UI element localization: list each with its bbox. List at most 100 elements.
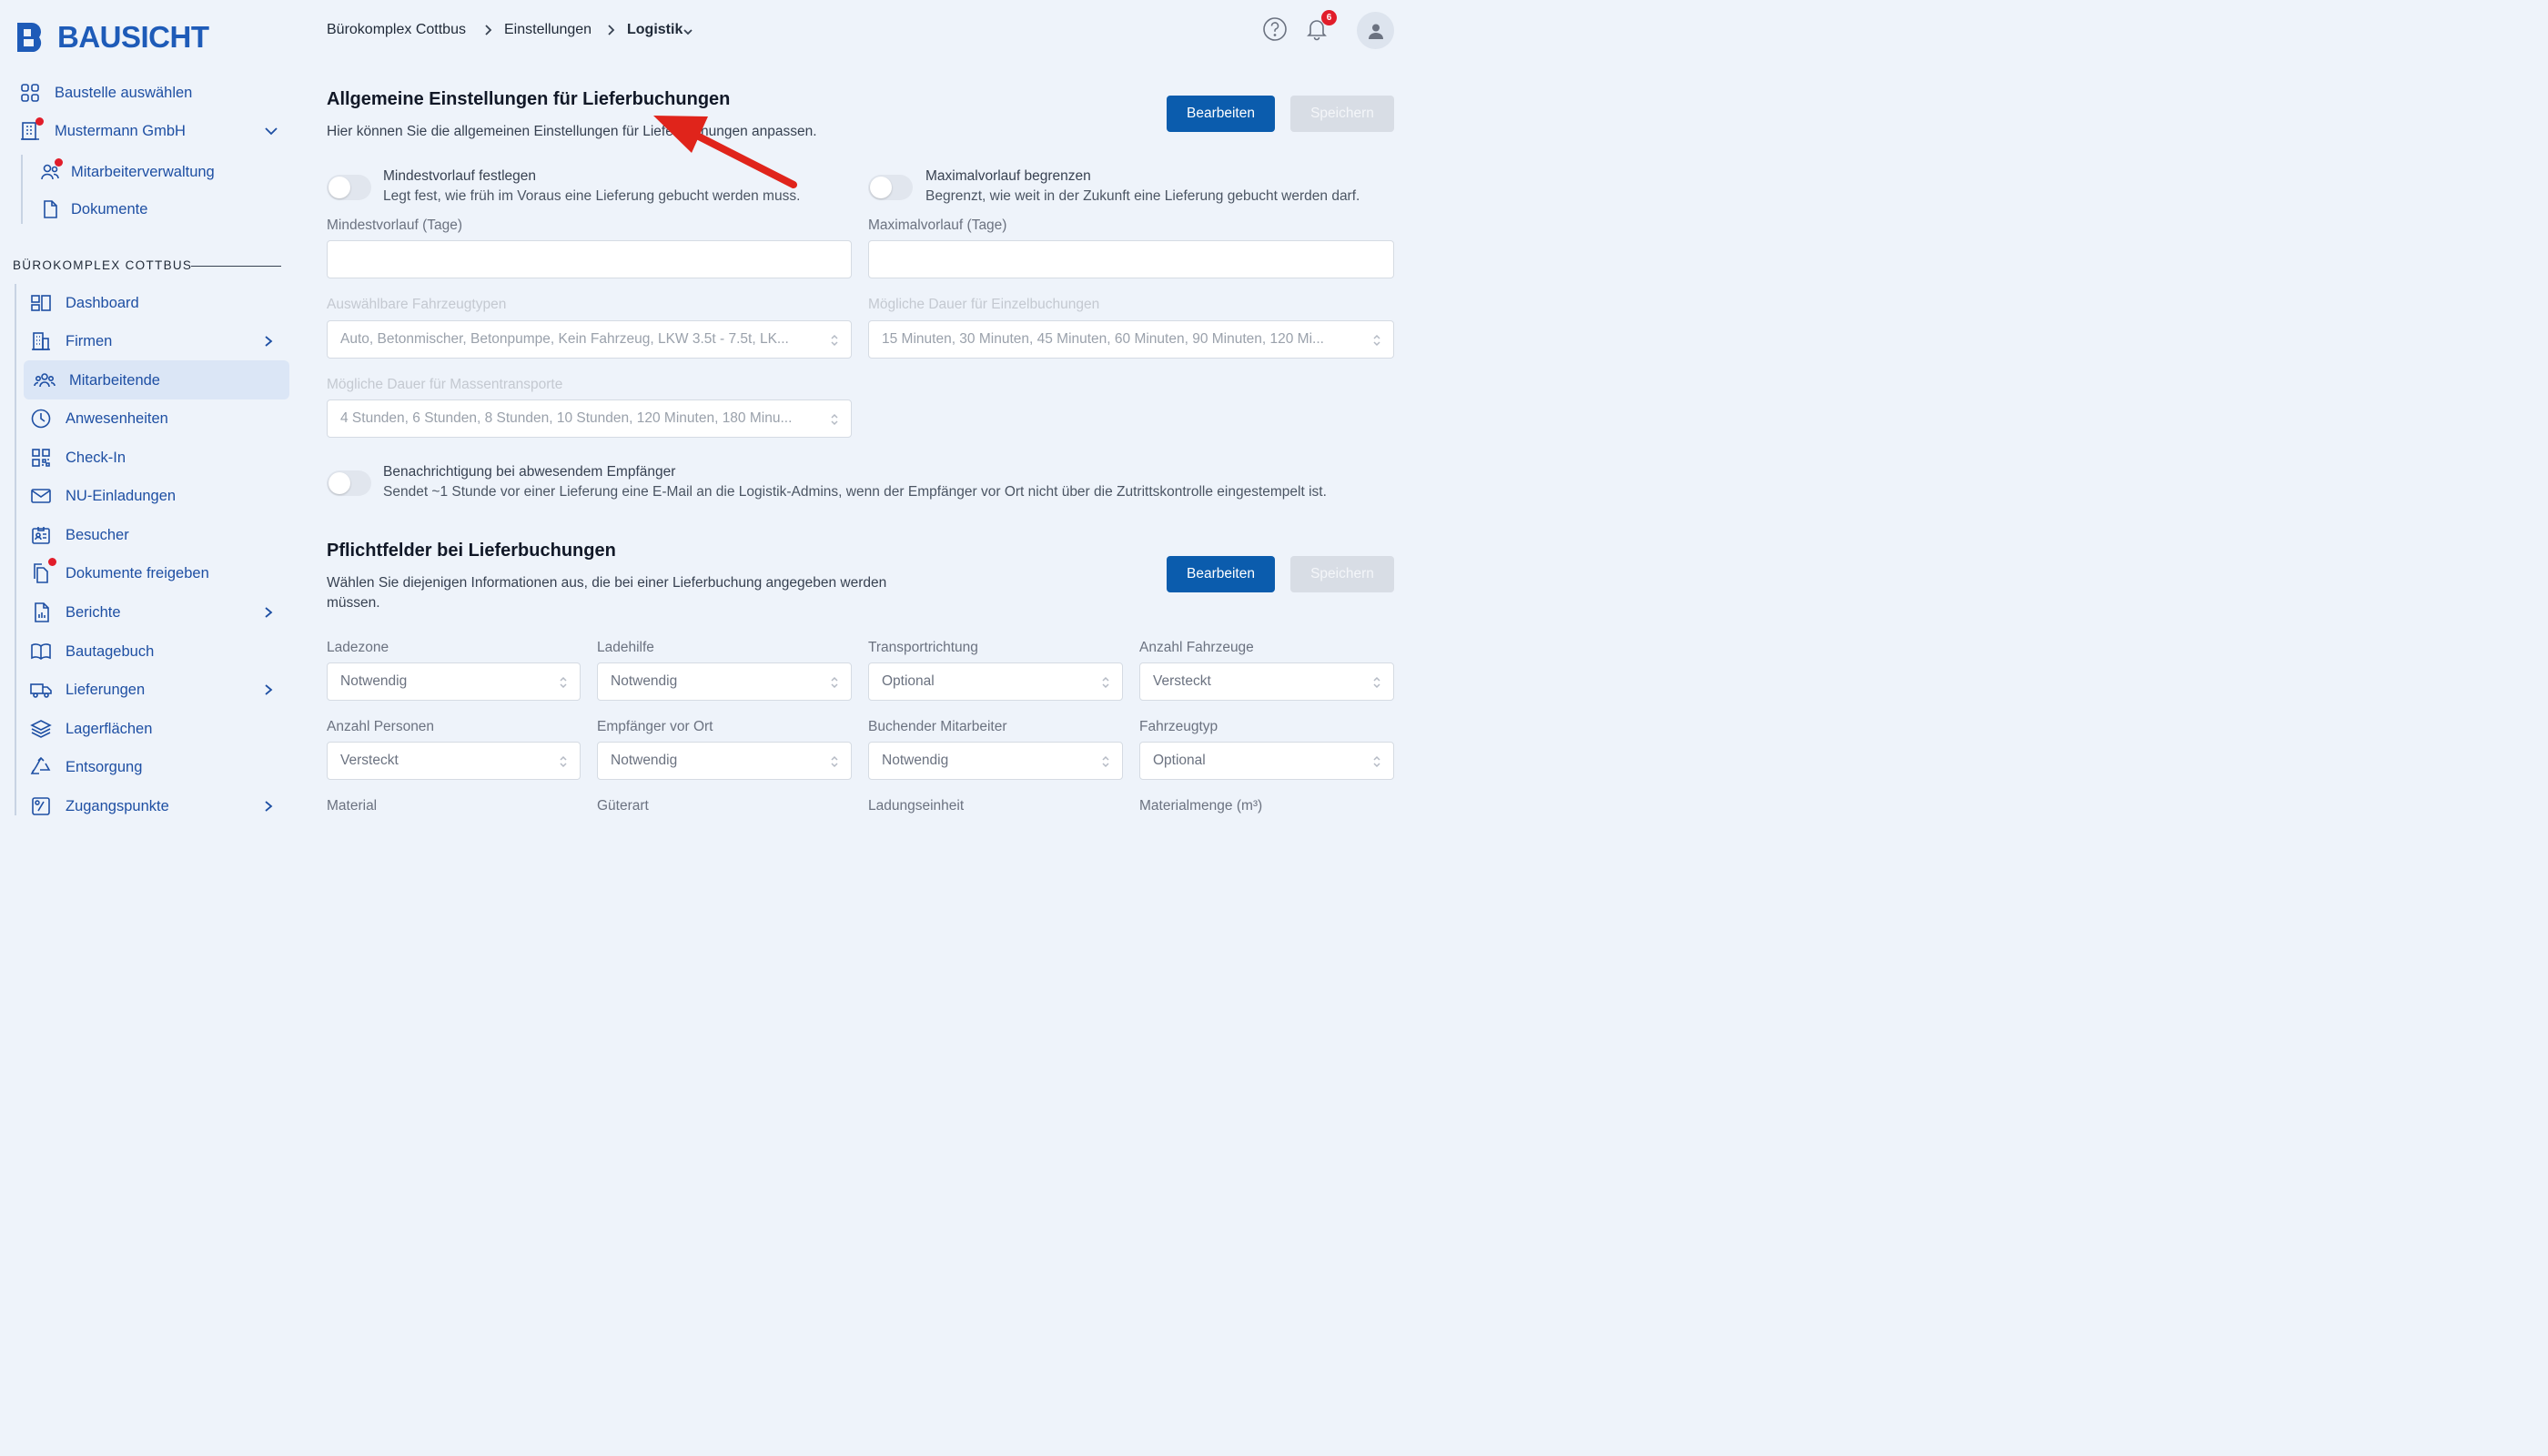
logo-icon [15,21,48,54]
sidebar-item-documents[interactable]: Dokumente [38,191,147,228]
chevron-down-icon[interactable] [264,124,278,138]
sidebar-item-mitarbeitende[interactable]: Mitarbeitende [33,362,160,399]
grid-icon [18,81,42,105]
sidebar-item-anwesenheiten[interactable]: Anwesenheiten [29,400,168,437]
book-icon [29,640,53,663]
company-selector[interactable]: Mustermann GmbH [18,113,278,149]
dashboard-icon [29,291,53,315]
users-icon [38,158,63,184]
field-select[interactable]: Notwendig [327,662,581,701]
sidebar-item-label: Mitarbeiterverwaltung [71,163,215,180]
sidebar-item-lagerflaechen[interactable]: Lagerflächen [29,711,152,747]
report-icon [29,601,53,624]
avatar[interactable] [1357,12,1394,49]
field-label: Ladungseinheit [868,798,965,814]
field-select[interactable]: Versteckt [1139,662,1394,701]
documents-icon [29,558,56,585]
select-arrows-icon [829,333,840,348]
sidebar-item-berichte[interactable]: Berichte [29,594,275,631]
breadcrumb-settings[interactable]: Einstellungen [504,22,592,38]
field-select[interactable]: Versteckt [327,742,581,780]
sidebar-item-zugangspunkte[interactable]: Zugangspunkte [29,788,275,824]
select-arrows-icon [1371,754,1382,769]
breadcrumb-site[interactable]: Bürokomplex Cottbus [327,22,466,38]
brand-name: BAUSICHT [57,20,209,54]
select-arrows-icon [1100,675,1111,690]
select-arrows-icon [829,412,840,427]
section-description-required: Wählen Sie diejenigen Informationen aus,… [327,575,887,591]
section-description-general: Hier können Sie die allgemeinen Einstell… [327,124,817,139]
field-select[interactable]: Optional [868,662,1123,701]
alert-dot [55,158,63,167]
office-building-icon [18,117,44,143]
breadcrumb-logistics[interactable]: Logistik [627,22,682,38]
select-site-link[interactable]: Baustelle auswählen [18,75,192,111]
single-duration-select[interactable]: 15 Minuten, 30 Minuten, 45 Minuten, 60 M… [868,320,1394,359]
users-icon [33,369,56,392]
sidebar-item-label: Mitarbeitende [69,371,160,389]
tree-line [21,155,23,224]
mail-icon [29,484,53,508]
sidebar-item-dashboard[interactable]: Dashboard [29,285,139,321]
max-lead-toggle-description: Begrenzt, wie weit in der Zukunft eine L… [925,188,1360,204]
sidebar-item-label: Firmen [66,332,113,349]
field-label: Empfänger vor Ort [597,719,713,734]
field-label: Materialmenge (m³) [1139,798,1263,814]
sidebar-item-besucher[interactable]: Besucher [29,517,129,553]
sidebar-item-label: NU-Einladungen [66,487,177,504]
min-lead-toggle-title: Mindestvorlauf festlegen [383,168,537,184]
alert-dot [35,117,44,126]
sidebar-item-dokumente-freigeben[interactable]: Dokumente freigeben [29,555,209,592]
sidebar-item-nu-einladungen[interactable]: NU-Einladungen [29,478,176,514]
select-arrows-icon [1371,333,1382,348]
help-icon[interactable] [1262,16,1288,42]
mass-duration-select[interactable]: 4 Stunden, 6 Stunden, 8 Stunden, 10 Stun… [327,399,852,438]
user-icon [1368,24,1383,39]
sidebar-item-employee-management[interactable]: Mitarbeiterverwaltung [38,154,215,190]
sidebar: BAUSICHT Baustelle auswählen Mustermann … [0,0,300,815]
field-label: Material [327,798,378,814]
company-name: Mustermann GmbH [55,122,186,139]
select-arrows-icon [1371,675,1382,690]
sidebar-item-entsorgung[interactable]: Entsorgung [29,749,142,785]
single-duration-value: 15 Minuten, 30 Minuten, 45 Minuten, 60 M… [882,331,1324,347]
save-button[interactable]: Speichern [1290,96,1394,132]
field-label: Anzahl Fahrzeuge [1139,640,1254,655]
sidebar-item-label: Berichte [66,603,121,621]
brand-logo[interactable]: BAUSICHT [15,20,209,55]
min-lead-toggle[interactable] [327,175,371,200]
field-value: Notwendig [611,753,678,768]
select-arrows-icon [558,754,569,769]
section-title: BÜROKOMPLEX COTTBUS [13,258,193,272]
sidebar-item-bautagebuch[interactable]: Bautagebuch [29,633,154,670]
section-description-required-cont: müssen. [327,595,380,611]
field-label: Güterart [597,798,649,814]
select-arrows-icon [558,675,569,690]
chevron-right-icon [262,683,275,696]
absent-recipient-toggle[interactable] [327,470,371,496]
field-select[interactable]: Optional [1139,742,1394,780]
chevron-down-icon[interactable] [683,25,693,35]
field-select[interactable]: Notwendig [597,662,852,701]
save-button[interactable]: Speichern [1290,556,1394,592]
sidebar-item-check-in[interactable]: Check-In [29,440,126,476]
sidebar-item-firmen[interactable]: Firmen [29,323,275,359]
field-select[interactable]: Notwendig [597,742,852,780]
mass-duration-value: 4 Stunden, 6 Stunden, 8 Stunden, 10 Stun… [340,410,793,426]
vehicle-types-select[interactable]: Auto, Betonmischer, Betonpumpe, Kein Fah… [327,320,852,359]
visitor-badge-icon [29,523,53,547]
max-lead-toggle[interactable] [868,175,913,200]
field-label: Transportrichtung [868,640,978,655]
edit-button[interactable]: Bearbeiten [1167,556,1275,592]
min-lead-input[interactable] [327,240,852,278]
field-label: Fahrzeugtyp [1139,719,1218,734]
edit-button[interactable]: Bearbeiten [1167,96,1275,132]
sidebar-item-lieferungen[interactable]: Lieferungen [29,672,275,708]
max-lead-input[interactable] [868,240,1394,278]
field-value: Optional [882,673,935,689]
field-value: Versteckt [340,753,399,768]
field-select[interactable]: Notwendig [868,742,1123,780]
sidebar-item-label: Dokumente freigeben [66,564,209,581]
chevron-right-icon [606,23,617,37]
recycle-icon [29,755,53,779]
